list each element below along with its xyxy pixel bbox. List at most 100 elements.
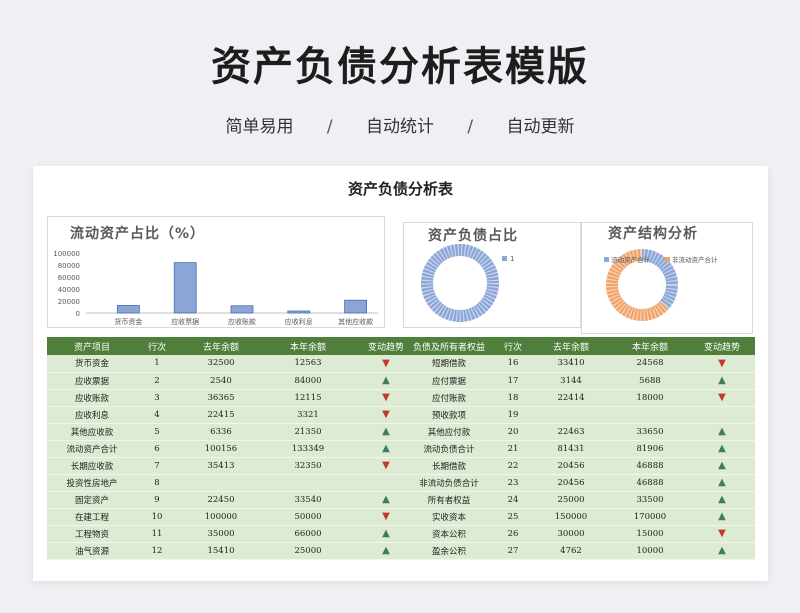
cell-this[interactable]: 66000 — [265, 525, 351, 543]
cell-this[interactable]: 32350 — [265, 457, 351, 475]
cell-last[interactable]: 36365 — [177, 389, 265, 407]
cell-this[interactable]: 33540 — [265, 491, 351, 509]
cell-this[interactable]: 46888 — [611, 474, 689, 492]
cell-row[interactable]: 23 — [495, 474, 531, 492]
cell-name[interactable]: 油气资源 — [47, 542, 137, 560]
cell-this[interactable]: 50000 — [265, 508, 351, 526]
cell-last[interactable]: 25000 — [531, 491, 611, 509]
cell-row[interactable]: 26 — [495, 525, 531, 543]
cell-last[interactable]: 22463 — [531, 423, 611, 441]
cell-last[interactable] — [177, 474, 265, 492]
cell-last[interactable]: 33410 — [531, 355, 611, 373]
cell-last[interactable]: 35000 — [177, 525, 265, 543]
cell-last[interactable]: 150000 — [531, 508, 611, 526]
cell-this[interactable]: 24568 — [611, 355, 689, 373]
cell-last[interactable]: 20456 — [531, 474, 611, 492]
cell-last[interactable]: 22450 — [177, 491, 265, 509]
cell-this[interactable]: 12563 — [265, 355, 351, 373]
cell-row[interactable]: 17 — [495, 372, 531, 390]
cell-this[interactable]: 18000 — [611, 389, 689, 407]
cell-name[interactable]: 预收款项 — [403, 406, 495, 424]
cell-last[interactable]: 35413 — [177, 457, 265, 475]
cell-name[interactable]: 应收账款 — [47, 389, 137, 407]
cell-row[interactable]: 10 — [137, 508, 177, 526]
cell-last[interactable]: 30000 — [531, 525, 611, 543]
cell-this[interactable]: 12115 — [265, 389, 351, 407]
cell-name[interactable]: 非流动负债合计 — [403, 474, 495, 492]
cell-last[interactable]: 100000 — [177, 508, 265, 526]
liquid-assets-chart[interactable]: 流动资产占比（%） 100000 80000 60000 40000 20000 0 货币资… — [47, 216, 385, 328]
cell-row[interactable]: 2 — [137, 372, 177, 390]
cell-row[interactable]: 6 — [137, 440, 177, 458]
cell-this[interactable]: 133349 — [265, 440, 351, 458]
cell-row[interactable]: 24 — [495, 491, 531, 509]
cell-last[interactable]: 20456 — [531, 457, 611, 475]
cell-last[interactable]: 22415 — [177, 406, 265, 424]
cell-row[interactable]: 16 — [495, 355, 531, 373]
cell-name[interactable]: 其他应付款 — [403, 423, 495, 441]
cell-row[interactable]: 1 — [137, 355, 177, 373]
cell-name[interactable]: 应付账款 — [403, 389, 495, 407]
cell-last[interactable]: 2540 — [177, 372, 265, 390]
cell-this[interactable] — [611, 406, 689, 424]
cell-this[interactable]: 170000 — [611, 508, 689, 526]
bar[interactable] — [344, 299, 368, 314]
cell-this[interactable]: 21350 — [265, 423, 351, 441]
cell-this[interactable]: 3321 — [265, 406, 351, 424]
cell-last[interactable]: 6336 — [177, 423, 265, 441]
cell-row[interactable]: 22 — [495, 457, 531, 475]
cell-this[interactable] — [265, 474, 351, 492]
cell-this[interactable]: 25000 — [265, 542, 351, 560]
cell-name[interactable]: 资本公积 — [403, 525, 495, 543]
cell-row[interactable]: 7 — [137, 457, 177, 475]
cell-row[interactable]: 18 — [495, 389, 531, 407]
cell-name[interactable]: 实收资本 — [403, 508, 495, 526]
cell-row[interactable]: 19 — [495, 406, 531, 424]
cell-row[interactable]: 4 — [137, 406, 177, 424]
cell-this[interactable]: 46888 — [611, 457, 689, 475]
cell-name[interactable]: 货币资金 — [47, 355, 137, 373]
bar[interactable] — [287, 310, 311, 314]
cell-name[interactable]: 短期借款 — [403, 355, 495, 373]
cell-name[interactable]: 流动负债合计 — [403, 440, 495, 458]
cell-name[interactable]: 在建工程 — [47, 508, 137, 526]
cell-row[interactable]: 3 — [137, 389, 177, 407]
cell-this[interactable]: 84000 — [265, 372, 351, 390]
cell-this[interactable]: 10000 — [611, 542, 689, 560]
cell-last[interactable]: 4762 — [531, 542, 611, 560]
liability-ratio-chart[interactable]: 资产负债占比 1 — [403, 222, 581, 328]
cell-name[interactable]: 应收利息 — [47, 406, 137, 424]
cell-name[interactable]: 应收票据 — [47, 372, 137, 390]
cell-this[interactable]: 33650 — [611, 423, 689, 441]
cell-this[interactable]: 33500 — [611, 491, 689, 509]
cell-last[interactable]: 81431 — [531, 440, 611, 458]
cell-name[interactable]: 工程物资 — [47, 525, 137, 543]
cell-row[interactable]: 8 — [137, 474, 177, 492]
cell-row[interactable]: 25 — [495, 508, 531, 526]
cell-last[interactable]: 100156 — [177, 440, 265, 458]
bar[interactable] — [230, 305, 254, 314]
cell-row[interactable]: 27 — [495, 542, 531, 560]
cell-name[interactable]: 流动资产合计 — [47, 440, 137, 458]
cell-name[interactable]: 应付票据 — [403, 372, 495, 390]
cell-name[interactable]: 长期借款 — [403, 457, 495, 475]
cell-row[interactable]: 11 — [137, 525, 177, 543]
cell-last[interactable]: 3144 — [531, 372, 611, 390]
bar[interactable] — [173, 262, 197, 314]
cell-row[interactable]: 12 — [137, 542, 177, 560]
bar[interactable] — [117, 305, 140, 314]
cell-name[interactable]: 盈余公积 — [403, 542, 495, 560]
cell-last[interactable]: 32500 — [177, 355, 265, 373]
cell-this[interactable]: 5688 — [611, 372, 689, 390]
cell-name[interactable]: 所有者权益 — [403, 491, 495, 509]
cell-last[interactable]: 15410 — [177, 542, 265, 560]
cell-row[interactable]: 21 — [495, 440, 531, 458]
cell-name[interactable]: 长期应收款 — [47, 457, 137, 475]
cell-name[interactable]: 投资性房地产 — [47, 474, 137, 492]
cell-name[interactable]: 其他应收款 — [47, 423, 137, 441]
asset-structure-chart[interactable]: 资产结构分析 流动资产合计 非流动资产合计 — [581, 222, 753, 334]
cell-row[interactable]: 9 — [137, 491, 177, 509]
cell-this[interactable]: 81906 — [611, 440, 689, 458]
cell-row[interactable]: 20 — [495, 423, 531, 441]
cell-this[interactable]: 15000 — [611, 525, 689, 543]
